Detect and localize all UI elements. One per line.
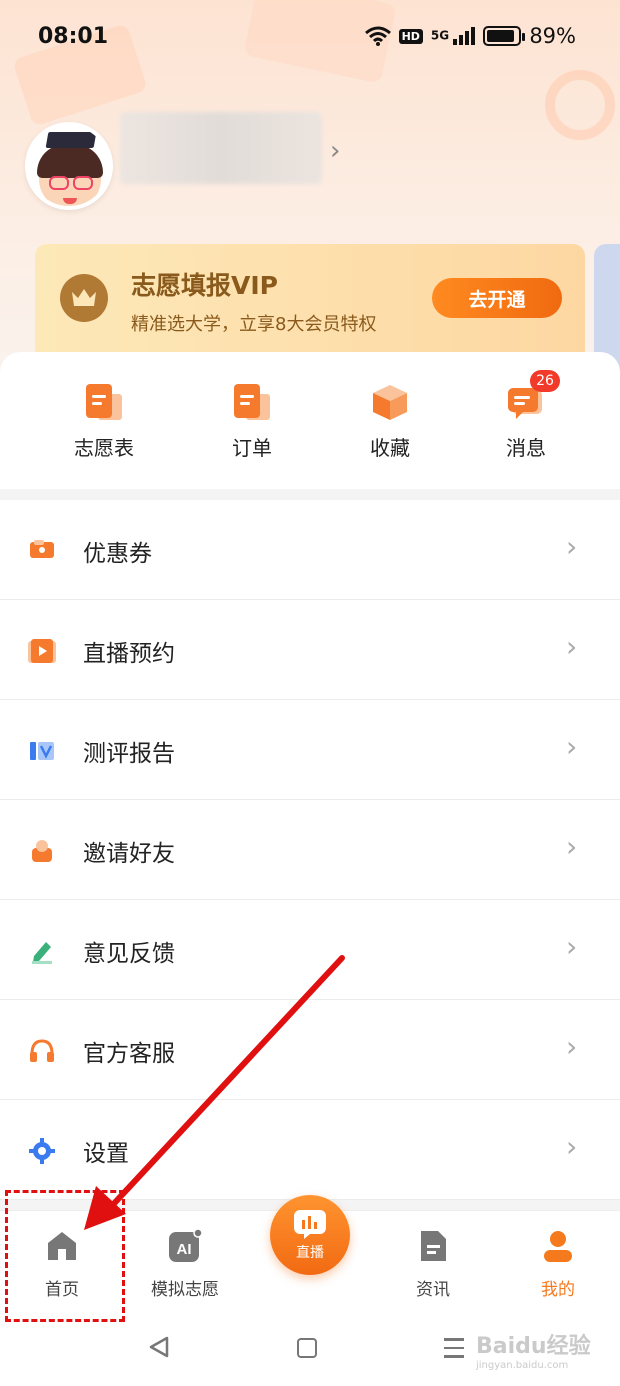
- chevron-right-icon: ›: [566, 1130, 578, 1163]
- signal-icon: 5G: [431, 27, 476, 45]
- svg-text:AI: AI: [177, 1241, 192, 1258]
- nav-mine[interactable]: 我的: [508, 1229, 608, 1300]
- chevron-right-icon: ›: [566, 1030, 578, 1063]
- back-icon[interactable]: [148, 1336, 170, 1358]
- system-nav-bar: Baidu经验 jingyan.baidu.com: [0, 1318, 620, 1386]
- message-badge: 26: [530, 370, 560, 392]
- menu-item-assessment-report[interactable]: 测评报告 ›: [0, 700, 620, 800]
- main-panel: 志愿表 订单 收藏 26 消息 优惠券 › 直播预约 › 测评报告 › 邀请好友…: [0, 352, 620, 1212]
- nav-mock-volunteer[interactable]: AI 模拟志愿: [135, 1228, 235, 1300]
- annotation-highlight-box: [5, 1190, 125, 1322]
- quick-action-favorites[interactable]: 收藏: [340, 382, 440, 461]
- vip-title: 志愿填报VIP: [131, 271, 278, 300]
- order-icon: [232, 382, 272, 422]
- battery-icon: [483, 26, 526, 46]
- status-bar: 08:01 HD 5G 89%: [0, 0, 620, 76]
- chevron-right-icon: ›: [566, 730, 578, 763]
- message-icon: 26: [506, 370, 560, 422]
- home-square-icon[interactable]: [297, 1338, 317, 1358]
- quick-action-orders[interactable]: 订单: [202, 382, 302, 461]
- chevron-right-icon: ›: [566, 930, 578, 963]
- username-blurred[interactable]: [120, 112, 322, 184]
- edit-icon: [32, 942, 52, 964]
- open-vip-button[interactable]: 去开通: [432, 278, 562, 318]
- news-icon: [421, 1231, 446, 1261]
- chevron-right-icon: ›: [566, 630, 578, 663]
- gear-icon: [29, 1138, 55, 1164]
- crown-icon: [60, 274, 108, 322]
- ai-icon: AI: [169, 1228, 203, 1262]
- status-time: 08:01: [38, 24, 109, 49]
- document-icon: [84, 382, 124, 422]
- quick-actions: 志愿表 订单 收藏 26 消息: [0, 352, 620, 489]
- menu-item-feedback[interactable]: 意见反馈 ›: [0, 900, 620, 1000]
- menu-item-settings[interactable]: 设置 ›: [0, 1100, 620, 1200]
- quick-action-volunteer-table[interactable]: 志愿表: [54, 382, 154, 461]
- report-icon: [30, 742, 54, 760]
- chevron-right-icon: ›: [566, 830, 578, 863]
- box-icon: [370, 382, 410, 422]
- menu-item-invite-friends[interactable]: 邀请好友 ›: [0, 800, 620, 900]
- chevron-right-icon: ›: [566, 530, 578, 563]
- live-icon: [294, 1210, 326, 1239]
- watermark: Baidu经验 jingyan.baidu.com: [476, 1334, 591, 1371]
- hd-icon: HD: [398, 28, 423, 44]
- wifi-icon: [364, 26, 391, 46]
- menu-lines-icon[interactable]: [444, 1338, 464, 1364]
- quick-action-messages[interactable]: 26 消息: [476, 370, 576, 461]
- live-play-icon: [28, 639, 56, 663]
- nav-live-button[interactable]: 直播: [270, 1195, 350, 1275]
- avatar[interactable]: [25, 122, 113, 210]
- coupon-icon: [30, 540, 54, 558]
- menu-list: 优惠券 › 直播预约 › 测评报告 › 邀请好友 › 意见反馈 › 官方客服 ›…: [0, 500, 620, 1200]
- menu-item-customer-service[interactable]: 官方客服 ›: [0, 1000, 620, 1100]
- chevron-right-icon[interactable]: ›: [330, 136, 340, 166]
- menu-item-coupons[interactable]: 优惠券 ›: [0, 500, 620, 600]
- headphones-icon: [30, 1039, 54, 1062]
- invite-user-icon: [32, 840, 52, 862]
- nav-news[interactable]: 资讯: [383, 1229, 483, 1300]
- menu-item-live-booking[interactable]: 直播预约 ›: [0, 600, 620, 700]
- user-icon: [544, 1231, 572, 1262]
- battery-percent: 89%: [529, 24, 576, 48]
- vip-subtitle: 精准选大学，立享8大会员特权: [131, 314, 377, 335]
